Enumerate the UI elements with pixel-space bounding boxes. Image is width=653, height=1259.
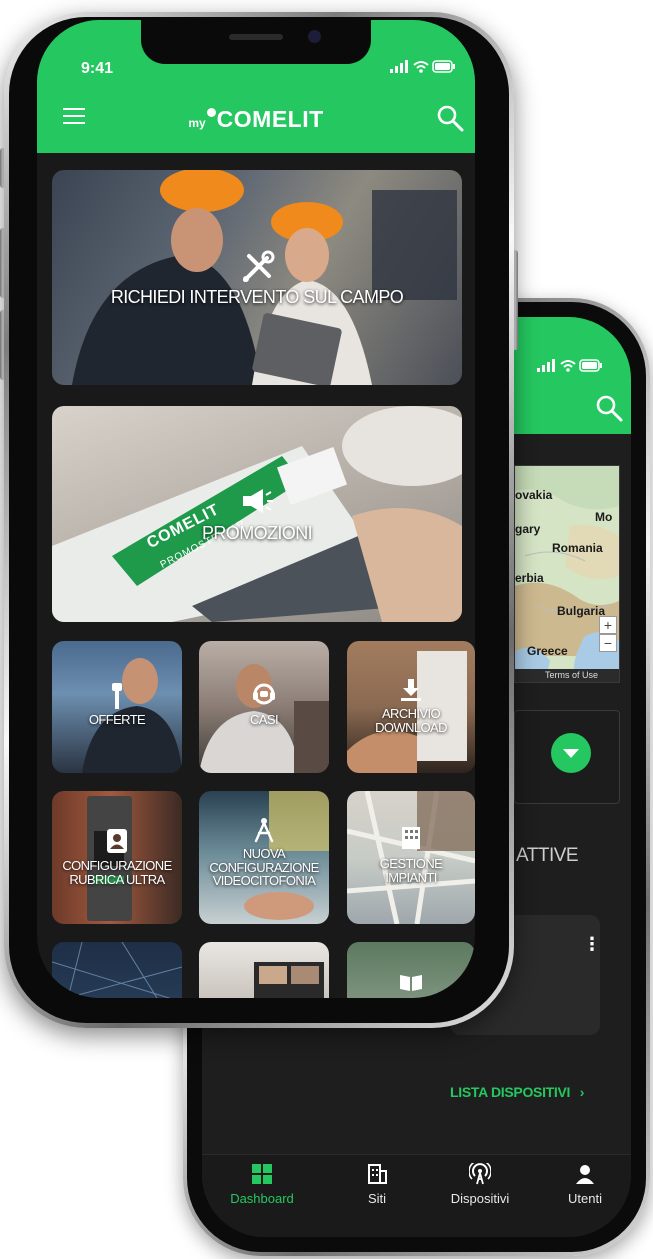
app-logo: my COMELIT	[37, 106, 475, 133]
back-status-icons	[537, 359, 603, 377]
dashboard-icon	[252, 1164, 272, 1184]
more-options-icon[interactable]: ⋮	[583, 934, 601, 955]
tab-label: Dashboard	[230, 1191, 294, 1206]
open-book-icon	[400, 975, 422, 991]
status-time: 9:41	[81, 60, 114, 77]
device-list-link-label: LISTA DISPOSITIVI	[450, 1084, 571, 1100]
search-icon	[437, 105, 464, 132]
tile-label-line: RUBRICA ULTRA	[69, 871, 165, 887]
map-label: ovakia	[515, 488, 553, 502]
tab-dispositivi[interactable]: Dispositivi	[435, 1163, 525, 1206]
map-label: Greece	[527, 644, 568, 658]
tile-request-intervention[interactable]: RICHIEDI INTERVENTO SUL CAMPO	[52, 170, 462, 385]
map-label: Bulgaria	[557, 604, 606, 618]
search-icon	[596, 395, 623, 422]
support-icon	[253, 683, 275, 705]
status-ok-indicator	[551, 733, 591, 773]
tile-label-line: ARCHIVIO	[381, 706, 441, 721]
tab-dashboard[interactable]: Dashboard	[217, 1163, 307, 1206]
notch	[141, 20, 371, 64]
contact-book-icon	[107, 829, 127, 853]
tab-siti[interactable]: Siti	[332, 1163, 422, 1206]
tile-label: ARCHIVIO DOWNLOAD	[347, 707, 475, 734]
tile-label: RICHIEDI INTERVENTO SUL CAMPO	[110, 287, 404, 307]
tag-icon	[112, 683, 122, 709]
tile-manuals[interactable]	[347, 942, 475, 998]
status-card	[514, 710, 620, 804]
video-call-photo	[254, 962, 324, 998]
tile-label-line: NUOVA	[242, 846, 286, 861]
logo-brand: OMELIT	[233, 106, 324, 132]
compass-icon	[254, 818, 274, 843]
tile-label: NUOVA CONFIGURAZIONE VIDEOCITOFONIA	[199, 847, 329, 888]
tile-cases[interactable]: CASI	[199, 641, 329, 773]
map-view[interactable]: ovakia Mo gary Romania erbia Bulgaria Gr…	[514, 465, 620, 683]
logo-prefix: my	[188, 116, 206, 130]
tile-label-line: CONFIGURAZIONE	[62, 858, 172, 873]
map-label: Mo	[595, 510, 613, 524]
device-list-link[interactable]: LISTA DISPOSITIVI ›	[450, 1084, 584, 1100]
tab-label: Siti	[367, 1191, 387, 1206]
signal-wifi-battery-icon	[537, 359, 602, 372]
section-title: ATTIVE	[516, 845, 579, 866]
megaphone-icon	[243, 489, 273, 513]
signal-wifi-battery-icon	[390, 60, 455, 73]
chevron-down-icon	[563, 749, 579, 758]
tile-offers[interactable]: OFFERTE	[52, 641, 182, 773]
map-zoom-out-button[interactable]: −	[599, 634, 617, 652]
tab-label: Utenti	[568, 1191, 602, 1206]
tile-label: GESTIONE IMPIANTI	[347, 857, 475, 884]
blueprint-photo	[52, 942, 182, 998]
building-icon	[368, 1164, 387, 1184]
download-icon	[401, 679, 421, 701]
chevron-right-icon: ›	[579, 1084, 585, 1100]
logo-dot-icon	[206, 108, 216, 117]
tab-label: Dispositivi	[450, 1191, 510, 1206]
map-terms-link[interactable]: Terms of Use	[515, 669, 619, 682]
tools-icon	[243, 250, 275, 282]
tile-label: CONFIGURAZIONE RUBRICA ULTRA	[52, 859, 182, 886]
tile-video-call[interactable]	[199, 942, 329, 998]
map-label: Romania	[552, 541, 603, 555]
tile-label: PROMOZIONI	[202, 523, 313, 543]
tile-label: CASI	[250, 712, 279, 727]
back-search-button[interactable]	[594, 393, 624, 423]
tile-label-line: IMPIANTI	[385, 869, 437, 885]
antenna-icon	[469, 1163, 491, 1185]
map-label: erbia	[515, 571, 544, 585]
tile-download-archive[interactable]: ARCHIVIO DOWNLOAD	[347, 641, 475, 773]
front-camera	[308, 30, 321, 43]
tile-label-line: DOWNLOAD	[375, 719, 447, 735]
tile-rubrica-config[interactable]: CONFIGURAZIONE RUBRICA ULTRA	[52, 791, 182, 924]
tile-videocitofonia-config[interactable]: NUOVA CONFIGURAZIONE VIDEOCITOFONIA	[199, 791, 329, 924]
tile-label-line: VIDEOCITOFONIA	[212, 873, 316, 889]
tab-utenti[interactable]: Utenti	[540, 1163, 630, 1206]
tile-impianti-management[interactable]: GESTIONE IMPIANTI	[347, 791, 475, 924]
front-phone-screen: 9:41 my COMELIT RICHIEDI INTERVENTO SUL C…	[37, 20, 475, 998]
tile-promotions[interactable]: COMELIT PROMOSTELLAR PROMOZIONI	[52, 406, 462, 622]
status-icons	[390, 60, 456, 77]
tile-blueprint[interactable]	[52, 942, 182, 998]
logo-initial: C	[216, 106, 234, 132]
tile-label: OFFERTE	[88, 712, 146, 727]
map-zoom-in-button[interactable]: +	[599, 616, 617, 634]
building-icon	[402, 827, 420, 849]
user-icon	[576, 1165, 594, 1184]
bottom-tab-bar: Dashboard Siti Dispositivi Utenti	[202, 1154, 631, 1237]
search-button[interactable]	[435, 103, 465, 133]
tile-label-line: GESTIONE	[379, 856, 443, 871]
map-label: gary	[515, 522, 541, 536]
speaker-grille	[229, 34, 283, 40]
